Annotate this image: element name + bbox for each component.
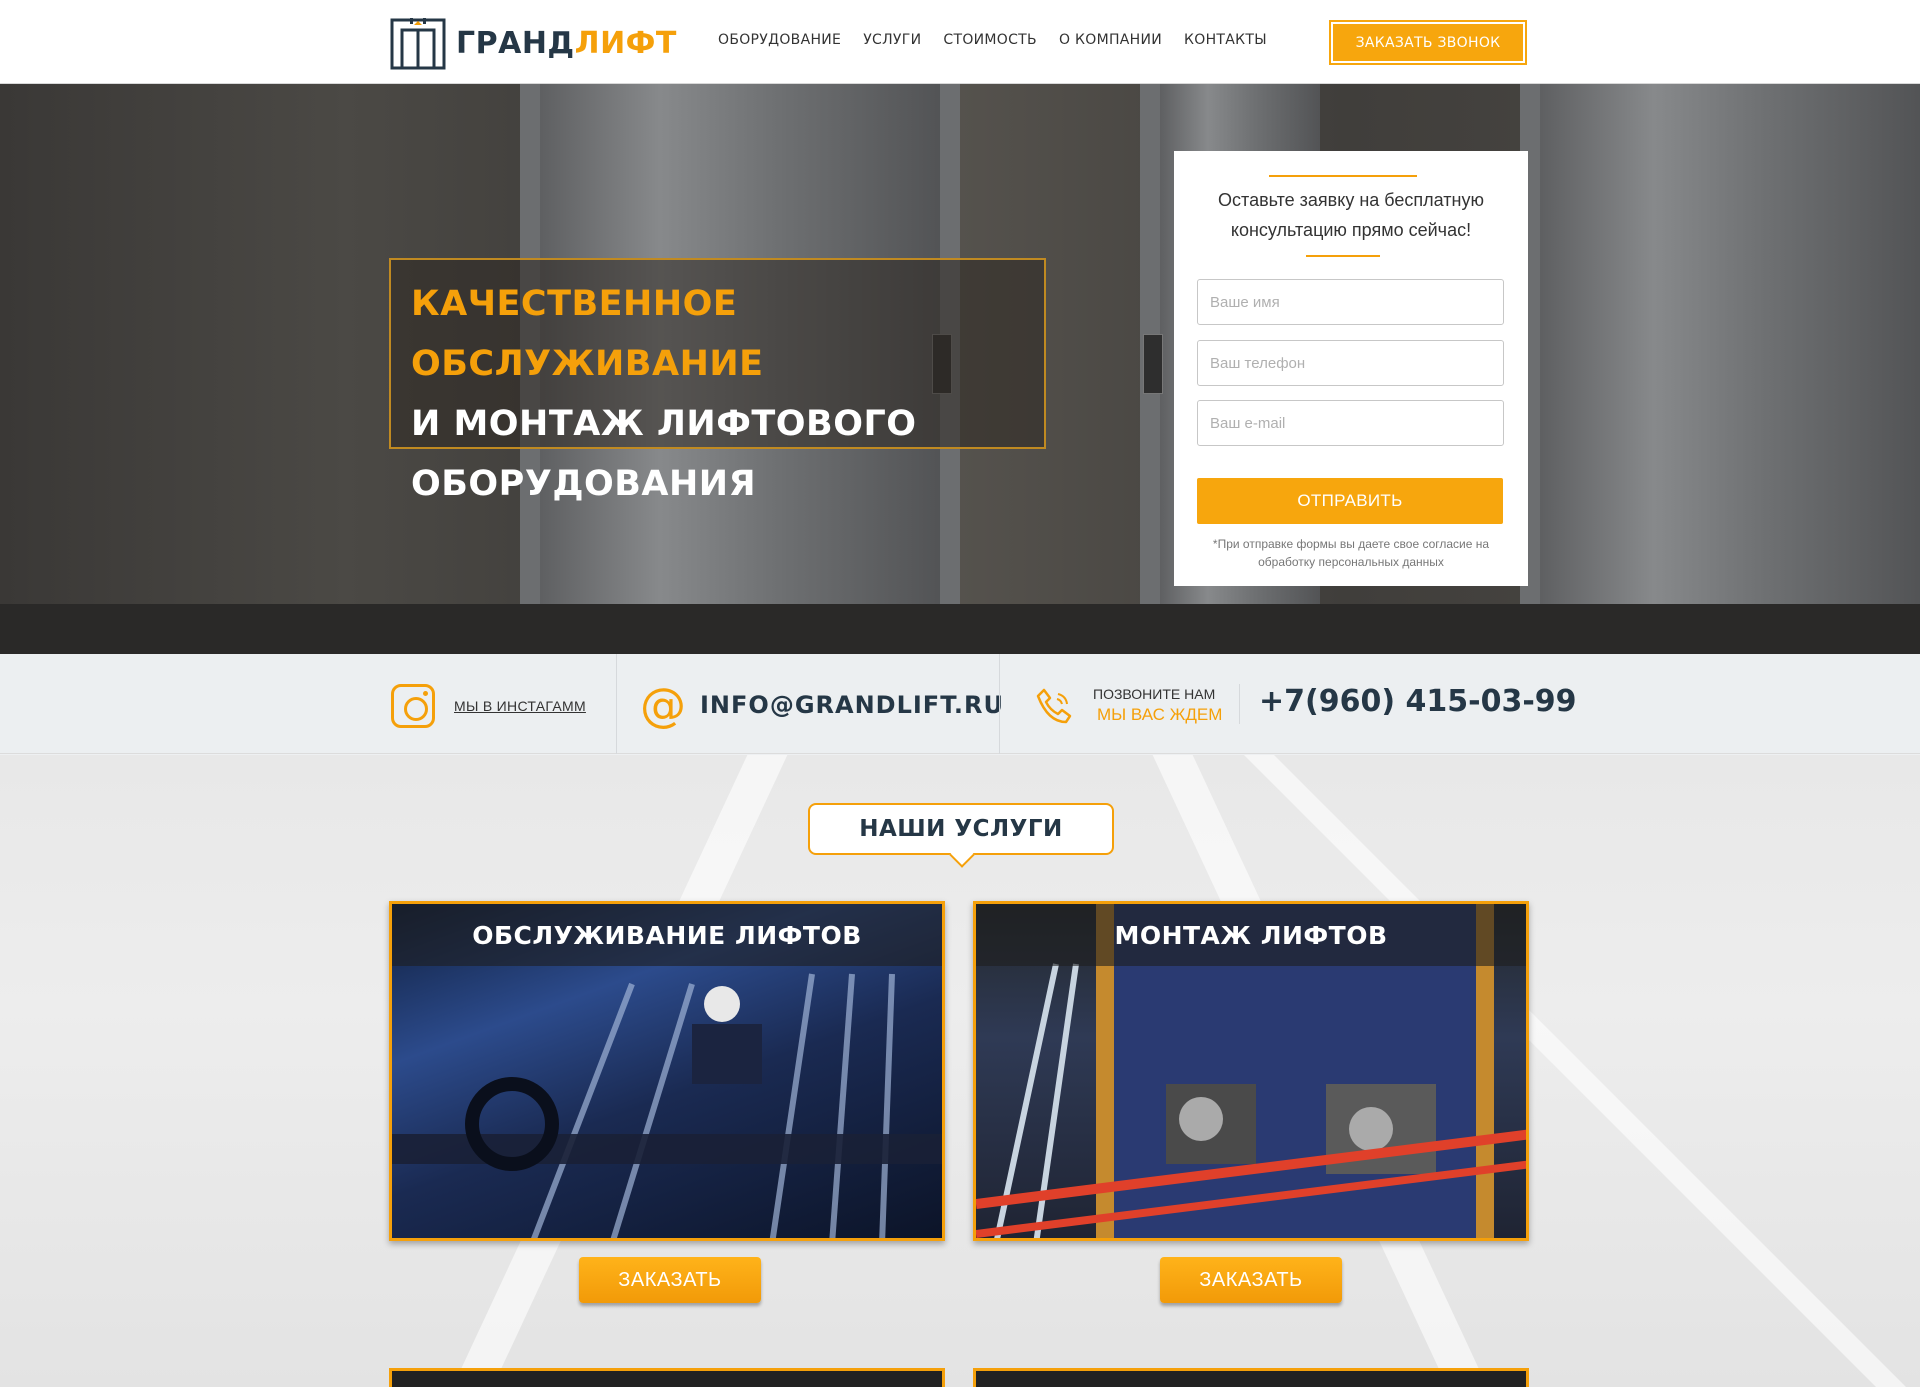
form-divider-bottom [1306,255,1380,257]
services-title: НАШИ УСЛУГИ [808,803,1114,855]
phone-icon [1034,686,1074,726]
service-card-maintenance[interactable]: ОБСЛУЖИВАНИЕ ЛИФТОВ [389,901,945,1241]
email-field[interactable] [1197,400,1504,446]
form-title: Оставьте заявку на бесплатную консультац… [1218,190,1484,240]
divider [616,654,617,754]
divider [1239,684,1240,724]
order-installation-button[interactable]: ЗАКАЗАТЬ [1160,1257,1342,1303]
logo[interactable]: ГРАНДЛИФТ [390,16,677,70]
phone-number[interactable]: +7(960) 415-03-99 [1259,684,1577,719]
hero-section: КАЧЕСТВЕННОЕ ОБСЛУЖИВАНИЕ И МОНТАЖ ЛИФТО… [0,84,1920,654]
services-section: НАШИ УСЛУГИ ОБСЛУЖИВАНИЕ ЛИФТОВ МОНТАЖ Л… [0,755,1920,1387]
consent-note: *При отправке формы вы даете свое соглас… [1212,537,1490,569]
email-at-icon: @ [640,678,686,732]
instagram-link[interactable]: МЫ В ИНСТАГАММ [454,698,586,714]
hero-title-line3: ОБОРУДОВАНИЯ [411,464,757,504]
elevator-door [1540,84,1920,654]
logo-text: ГРАНДЛИФТ [456,26,677,61]
service-card-installation[interactable]: МОНТАЖ ЛИФТОВ [973,901,1529,1241]
nav-contacts[interactable]: КОНТАКТЫ [1184,32,1267,48]
hero-title-line2: И МОНТАЖ ЛИФТОВОГО [411,404,917,444]
form-divider-top [1269,175,1417,177]
nav-services[interactable]: УСЛУГИ [863,32,921,48]
submit-button[interactable]: ОТПРАВИТЬ [1197,478,1503,524]
consultation-form: Оставьте заявку на бесплатную консультац… [1174,151,1528,586]
name-field[interactable] [1197,279,1504,325]
service-card-peek [973,1368,1529,1387]
site-header: ГРАНДЛИФТ ОБОРУДОВАНИЕ УСЛУГИ СТОИМОСТЬ … [0,0,1920,84]
instagram-icon[interactable] [391,684,435,728]
service-card-title: ОБСЛУЖИВАНИЕ ЛИФТОВ [392,904,942,966]
hero-title-line1: КАЧЕСТВЕННОЕ ОБСЛУЖИВАНИЕ [411,284,764,384]
call-us-label: ПОЗВОНИТЕ НАМ [1093,686,1216,702]
elevator-call-panel [1143,334,1163,394]
logo-text-part1: ГРАНД [456,25,575,61]
service-card-title: МОНТАЖ ЛИФТОВ [976,904,1526,966]
logo-text-part2: ЛИФТ [574,25,677,61]
elevator-logo-icon [390,16,446,70]
nav-about[interactable]: О КОМПАНИИ [1059,32,1162,48]
phone-field[interactable] [1197,340,1504,386]
order-maintenance-button[interactable]: ЗАКАЗАТЬ [579,1257,761,1303]
nav-pricing[interactable]: СТОИМОСТЬ [943,32,1037,48]
order-call-button[interactable]: ЗАКАЗАТЬ ЗВОНОК [1329,20,1527,65]
email-address[interactable]: INFO@GRANDLIFT.RU [700,691,1004,719]
service-card-peek [389,1368,945,1387]
main-nav: ОБОРУДОВАНИЕ УСЛУГИ СТОИМОСТЬ О КОМПАНИИ… [718,32,1289,48]
divider [999,654,1000,754]
call-us-sublabel: МЫ ВАС ЖДЕМ [1097,705,1223,724]
hero-floor [0,604,1920,654]
contact-bar: МЫ В ИНСТАГАММ @ INFO@GRANDLIFT.RU ПОЗВО… [0,654,1920,754]
nav-equipment[interactable]: ОБОРУДОВАНИЕ [718,32,841,48]
hero-title-box: КАЧЕСТВЕННОЕ ОБСЛУЖИВАНИЕ И МОНТАЖ ЛИФТО… [389,258,1046,504]
